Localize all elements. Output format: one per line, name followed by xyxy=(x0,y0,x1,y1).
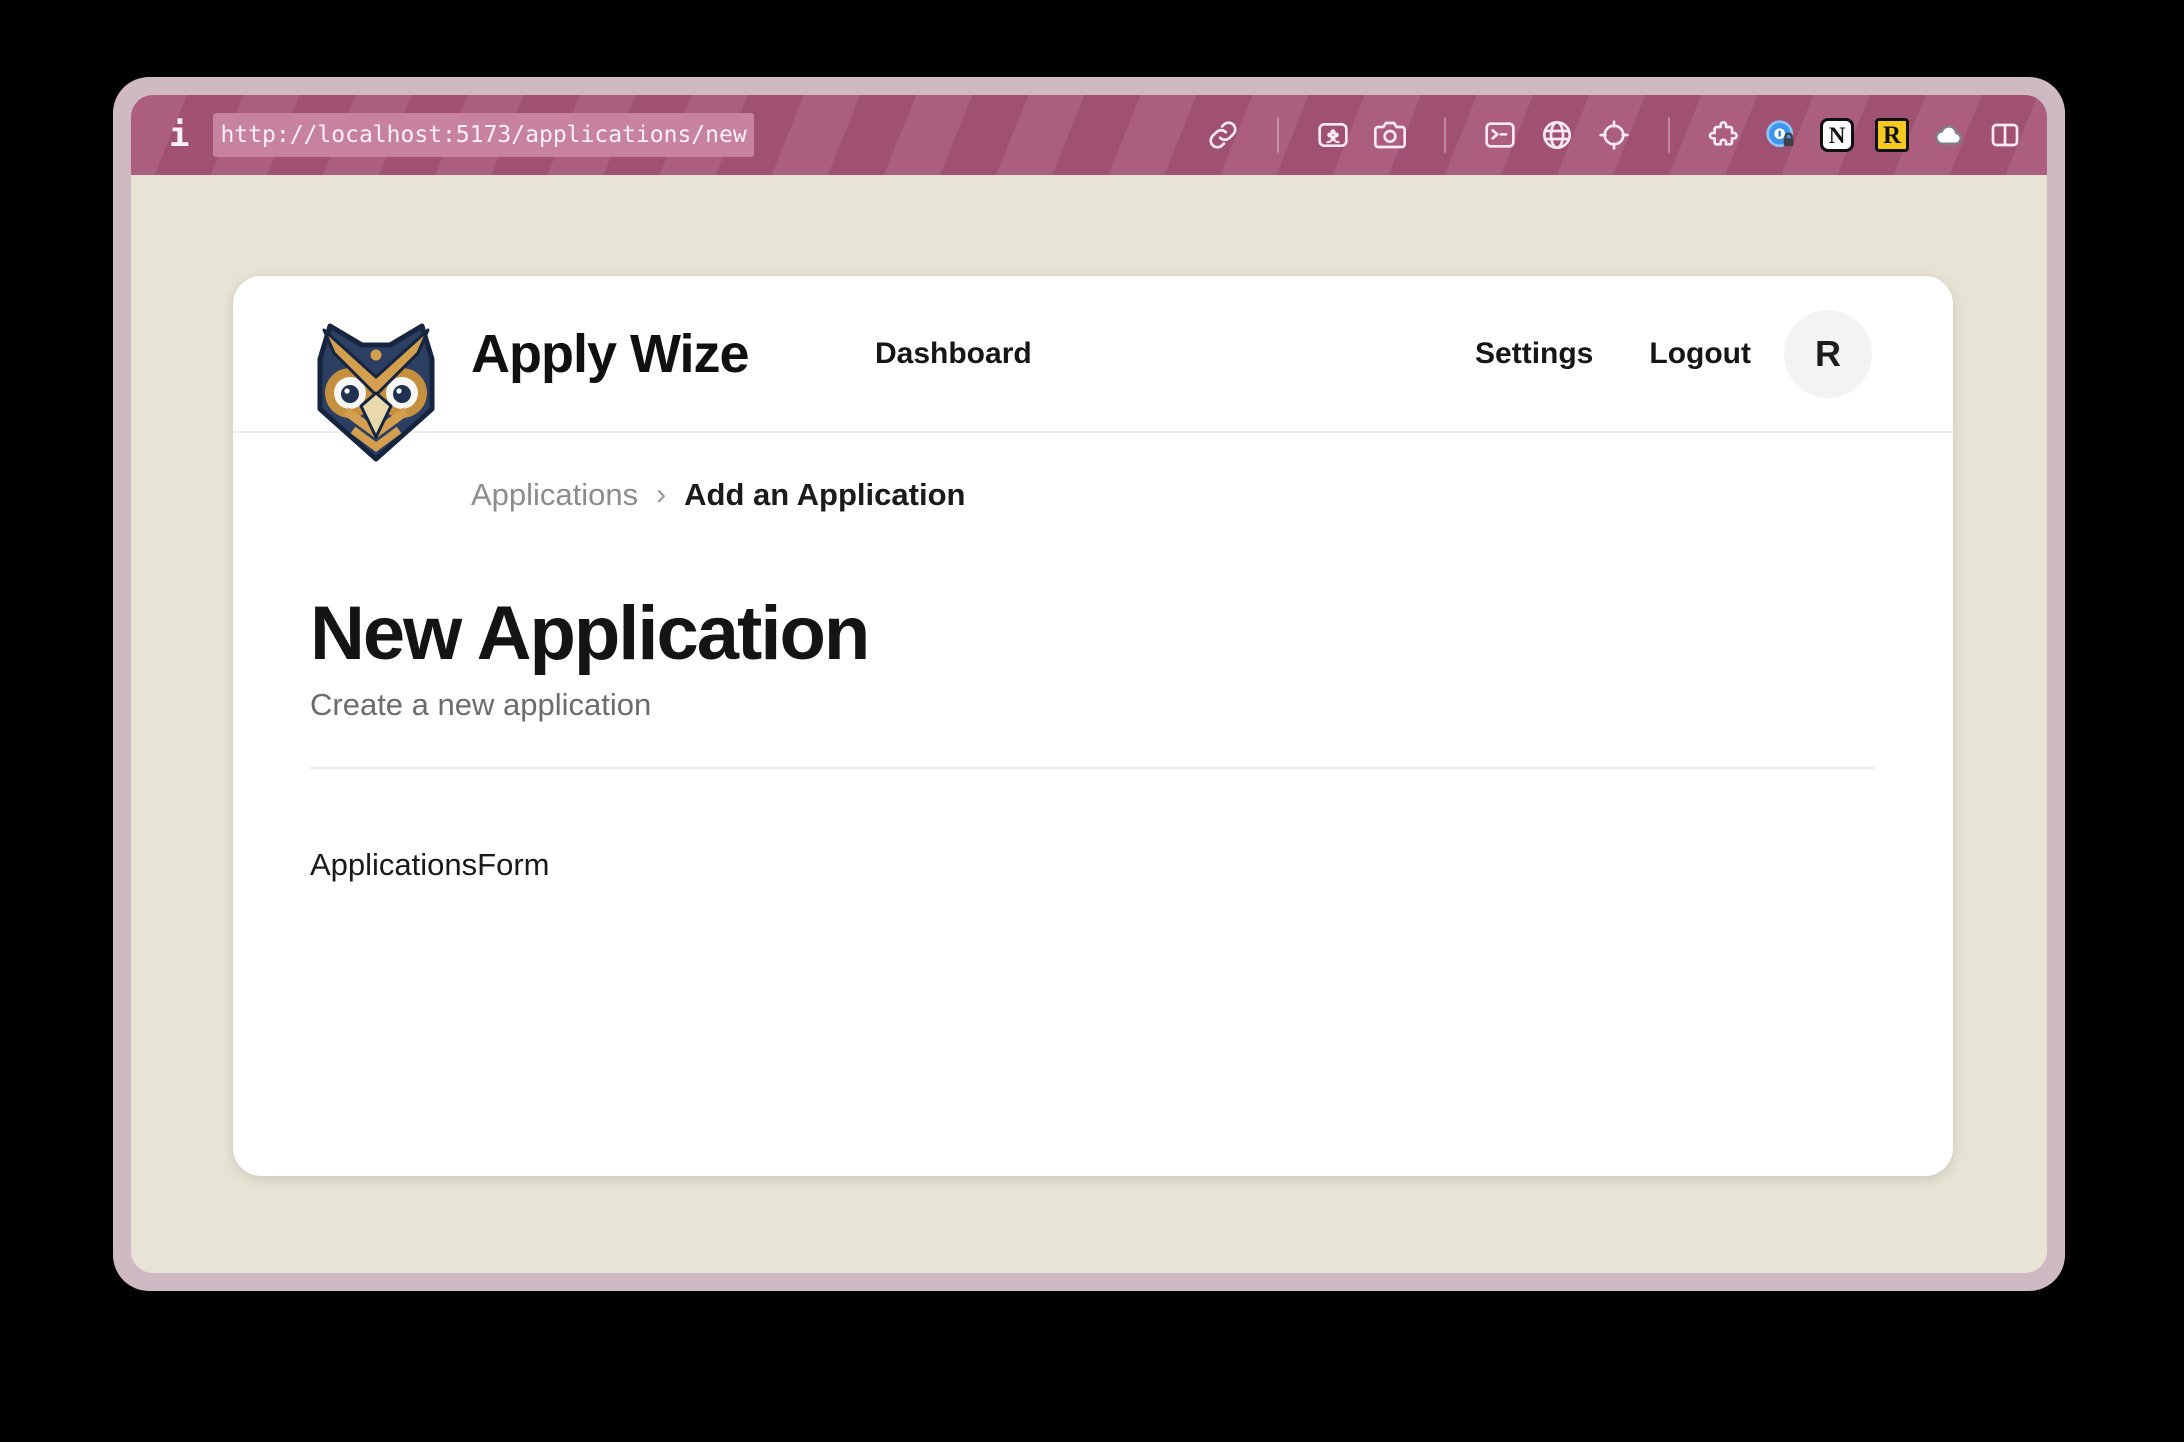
address-bar[interactable]: http://localhost:5173/applications/new xyxy=(213,113,753,157)
nav-dashboard[interactable]: Dashboard xyxy=(875,276,1032,431)
chevron-right-icon: › xyxy=(656,478,666,512)
camera-icon[interactable] xyxy=(1372,117,1408,153)
avatar[interactable]: R xyxy=(1784,310,1872,398)
breadcrumb-applications[interactable]: Applications xyxy=(471,477,638,513)
onepassword-extension-icon[interactable] xyxy=(1763,117,1799,153)
browser-window: i http://localhost:5173/applications/new xyxy=(113,77,2065,1291)
logout-link[interactable]: Logout xyxy=(1649,337,1751,371)
section-divider xyxy=(310,767,1875,769)
toolbar-separator xyxy=(1668,117,1670,153)
applications-form-placeholder: ApplicationsForm xyxy=(310,847,1875,883)
page-main: New Application Create a new application… xyxy=(310,594,1875,883)
breadcrumb-current: Add an Application xyxy=(684,477,965,513)
app-header: Apply Wize Dashboard Settings Logout R xyxy=(233,276,1953,433)
owl-logo xyxy=(306,313,446,463)
link-icon[interactable] xyxy=(1205,117,1241,153)
app-card: Apply Wize Dashboard Settings Logout R A… xyxy=(233,276,1953,1176)
extensions-puzzle-icon[interactable] xyxy=(1706,117,1742,153)
toolbar-separator xyxy=(1444,117,1446,153)
brand-title: Apply Wize xyxy=(471,276,749,431)
globe-icon[interactable] xyxy=(1539,117,1575,153)
terminal-icon[interactable] xyxy=(1482,117,1518,153)
info-icon[interactable]: i xyxy=(169,115,189,155)
split-view-icon[interactable] xyxy=(1987,117,2023,153)
cloud-icon[interactable] xyxy=(1930,117,1966,153)
page-title: New Application xyxy=(310,594,1875,673)
photos-icon[interactable] xyxy=(1315,117,1351,153)
page-background: Apply Wize Dashboard Settings Logout R A… xyxy=(131,175,2047,1273)
breadcrumb: Applications › Add an Application xyxy=(471,477,965,513)
notion-extension-icon[interactable]: N xyxy=(1820,118,1854,152)
locate-icon[interactable] xyxy=(1596,117,1632,153)
r-extension-icon[interactable]: R xyxy=(1875,118,1909,152)
settings-link[interactable]: Settings xyxy=(1475,337,1593,371)
toolbar-icons: N R xyxy=(1205,117,2023,153)
toolbar-separator xyxy=(1277,117,1279,153)
desktop-background: i http://localhost:5173/applications/new xyxy=(0,0,2184,1442)
header-actions: Settings Logout R xyxy=(1475,276,1872,431)
page-subtitle: Create a new application xyxy=(310,687,1875,723)
browser-window-inner: i http://localhost:5173/applications/new xyxy=(131,95,2047,1273)
browser-toolbar: i http://localhost:5173/applications/new xyxy=(131,95,2047,175)
